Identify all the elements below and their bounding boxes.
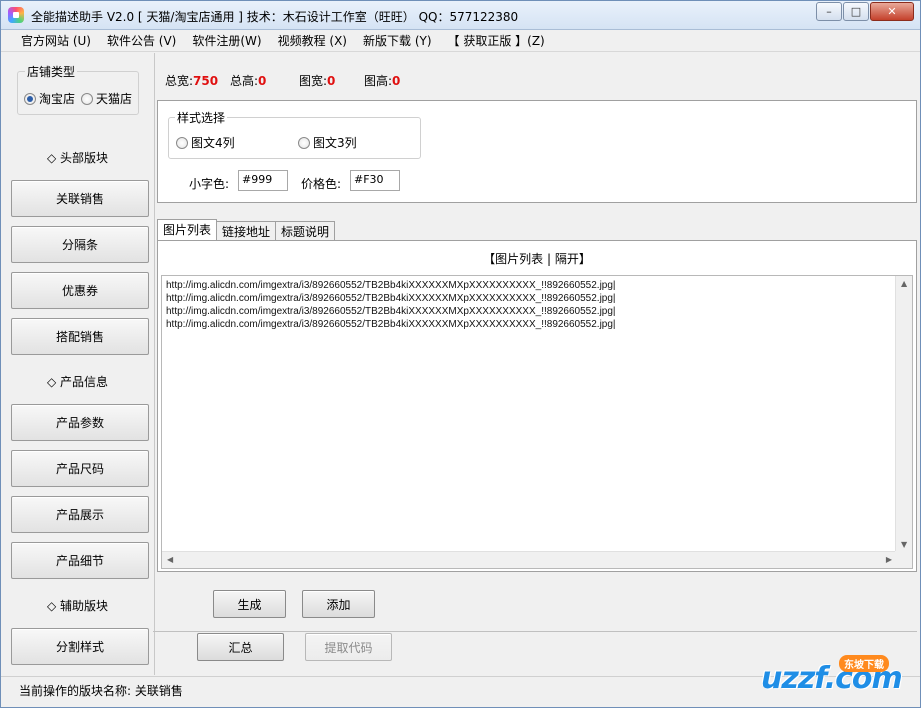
- status-text: 当前操作的版块名称: 关联销售: [19, 684, 183, 698]
- separator-button[interactable]: 分隔条: [11, 226, 149, 263]
- tab-link-address[interactable]: 链接地址: [216, 221, 277, 240]
- menu-bar: 官方网站 (U) 软件公告 (V) 软件注册(W) 视频教程 (X) 新版下载 …: [1, 30, 920, 52]
- vertical-scrollbar[interactable]: ▲ ▼: [895, 276, 912, 552]
- horizontal-scrollbar[interactable]: ◀ ▶: [162, 551, 897, 568]
- tab-panel: 【图片列表 | 隔开】 http://img.alicdn.com/imgext…: [157, 240, 917, 572]
- product-params-button[interactable]: 产品参数: [11, 404, 149, 441]
- coupon-button[interactable]: 优惠券: [11, 272, 149, 309]
- shop-type-tmall[interactable]: 天猫店: [81, 90, 132, 107]
- image-height: 图高:0: [364, 72, 400, 89]
- image-height-value: 0: [392, 74, 401, 88]
- total-height-value: 0: [258, 74, 267, 88]
- total-width-value: 750: [193, 74, 219, 88]
- watermark-badge: 东坡下载: [839, 655, 889, 672]
- price-color-input[interactable]: #F30: [350, 170, 400, 191]
- menu-video-tutorial[interactable]: 视频教程 (X): [270, 32, 355, 49]
- radio-unchecked-icon[interactable]: [81, 92, 93, 105]
- total-width: 总宽:750: [165, 72, 218, 89]
- style-option-4col[interactable]: 图文4列: [176, 134, 235, 151]
- left-sidebar: 店铺类型 淘宝店 天猫店 ◇ 头部版块 关联销售 分隔条 优惠券 搭配销售 ◇ …: [1, 53, 155, 675]
- close-button[interactable]: ✕: [870, 2, 914, 21]
- shop-type-taobao-label: 淘宝店: [39, 92, 76, 106]
- style-group-title: 样式选择: [175, 109, 228, 126]
- total-height: 总高:0: [230, 72, 266, 89]
- app-logo-icon: [8, 7, 24, 23]
- image-list-heading: 【图片列表 | 隔开】: [483, 252, 591, 266]
- url-line: http://img.alicdn.com/imgextra/i3/892660…: [166, 319, 616, 330]
- scroll-down-icon[interactable]: ▼: [901, 540, 907, 549]
- small-color-input[interactable]: #999: [238, 170, 288, 191]
- shop-type-group: 店铺类型 淘宝店 天猫店: [17, 63, 139, 115]
- split-style-button[interactable]: 分割样式: [11, 628, 149, 665]
- product-detail-button[interactable]: 产品细节: [11, 542, 149, 579]
- shop-type-title: 店铺类型: [25, 63, 78, 80]
- price-color-label: 价格色:: [301, 177, 342, 191]
- window-controls: – □ ✕: [815, 2, 914, 21]
- generate-button[interactable]: 生成: [213, 590, 286, 618]
- menu-announcement[interactable]: 软件公告 (V): [99, 32, 184, 49]
- tab-title-description[interactable]: 标题说明: [275, 221, 336, 240]
- section-auxiliary: ◇ 辅助版块: [47, 599, 109, 613]
- shop-type-taobao[interactable]: 淘宝店: [24, 90, 75, 107]
- section-header-block: ◇ 头部版块: [47, 151, 109, 165]
- image-width-label: 图宽:: [299, 74, 328, 88]
- url-line: http://img.alicdn.com/imgextra/i3/892660…: [166, 293, 616, 304]
- shop-type-tmall-label: 天猫店: [96, 92, 133, 106]
- url-line: http://img.alicdn.com/imgextra/i3/892660…: [166, 280, 616, 291]
- menu-get-licensed[interactable]: 【 获取正版 】(Z): [440, 32, 553, 49]
- tab-image-list[interactable]: 图片列表: [157, 219, 218, 240]
- style-select-group: 样式选择 图文4列 图文3列: [168, 109, 421, 159]
- related-sales-button[interactable]: 关联销售: [11, 180, 149, 217]
- summary-button[interactable]: 汇总: [197, 633, 284, 661]
- menu-new-download[interactable]: 新版下载 (Y): [355, 32, 440, 49]
- divider: [153, 631, 917, 632]
- minimize-button[interactable]: –: [816, 2, 842, 21]
- radio-unchecked-icon[interactable]: [298, 136, 310, 149]
- style-panel: 样式选择 图文4列 图文3列 小字色: #999 价格色: #F30: [157, 100, 917, 203]
- add-button[interactable]: 添加: [302, 590, 375, 618]
- image-list-textarea[interactable]: http://img.alicdn.com/imgextra/i3/892660…: [161, 275, 913, 569]
- image-width-value: 0: [327, 74, 336, 88]
- menu-register[interactable]: 软件注册(W): [184, 32, 269, 49]
- url-line: http://img.alicdn.com/imgextra/i3/892660…: [166, 306, 616, 317]
- radio-unchecked-icon[interactable]: [176, 136, 188, 149]
- section-product-info: ◇ 产品信息: [47, 375, 109, 389]
- window-title: 全能描述助手 V2.0 [ 天猫/淘宝店通用 ] 技术：木石设计工作室（旺旺） …: [31, 10, 519, 24]
- small-color-label: 小字色:: [189, 177, 230, 191]
- scroll-right-icon[interactable]: ▶: [886, 555, 892, 564]
- style-option-3col[interactable]: 图文3列: [298, 134, 357, 151]
- scroll-left-icon[interactable]: ◀: [167, 555, 173, 564]
- app-window: 全能描述助手 V2.0 [ 天猫/淘宝店通用 ] 技术：木石设计工作室（旺旺） …: [0, 0, 921, 708]
- site-watermark-logo: uzzf.com 东坡下载: [739, 649, 917, 707]
- maximize-button[interactable]: □: [843, 2, 869, 21]
- title-bar: 全能描述助手 V2.0 [ 天猫/淘宝店通用 ] 技术：木石设计工作室（旺旺） …: [1, 1, 920, 30]
- total-height-label: 总高:: [230, 74, 259, 88]
- tab-strip: 图片列表 链接地址 标题说明: [157, 219, 336, 240]
- scroll-corner: [895, 551, 912, 568]
- bundle-sales-button[interactable]: 搭配销售: [11, 318, 149, 355]
- radio-checked-icon[interactable]: [24, 92, 36, 105]
- scroll-up-icon[interactable]: ▲: [901, 279, 907, 288]
- total-width-label: 总宽:: [165, 74, 194, 88]
- style-option-3col-label: 图文3列: [313, 136, 357, 150]
- menu-official-site[interactable]: 官方网站 (U): [13, 32, 99, 49]
- url-lines: http://img.alicdn.com/imgextra/i3/892660…: [166, 279, 616, 331]
- product-size-button[interactable]: 产品尺码: [11, 450, 149, 487]
- image-width: 图宽:0: [299, 72, 335, 89]
- image-height-label: 图高:: [364, 74, 393, 88]
- product-display-button[interactable]: 产品展示: [11, 496, 149, 533]
- style-option-4col-label: 图文4列: [191, 136, 235, 150]
- extract-code-button[interactable]: 提取代码: [305, 633, 392, 661]
